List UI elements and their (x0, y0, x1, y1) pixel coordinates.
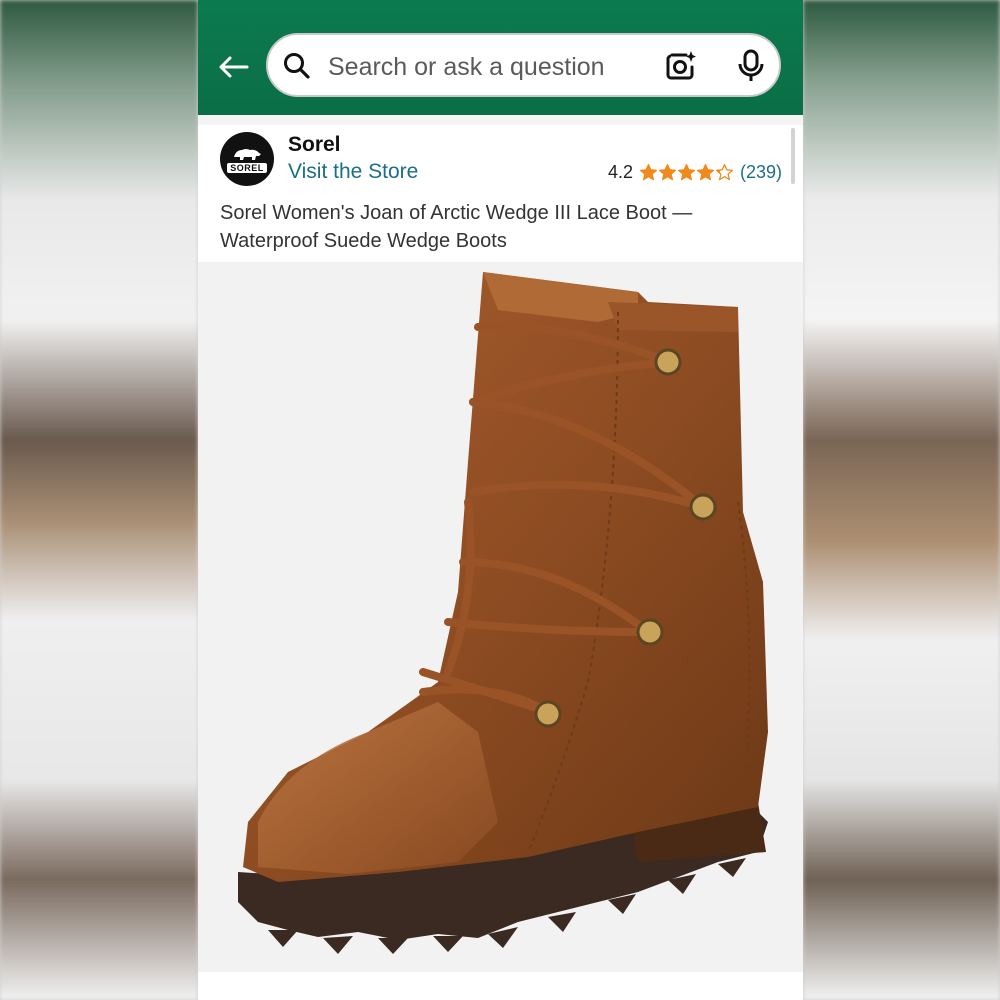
brand-name: Sorel (288, 133, 341, 156)
rating-value: 4.2 (608, 162, 634, 182)
scrollbar[interactable] (791, 128, 795, 184)
search-bar[interactable] (266, 33, 781, 97)
page-bottom (198, 972, 803, 1000)
star-icon (696, 163, 715, 181)
product-title-line-2: Waterproof Suede Wedge Boots (220, 230, 507, 252)
back-arrow-icon[interactable] (216, 51, 250, 83)
rating-stars (639, 163, 734, 182)
boot-photo (238, 272, 768, 954)
star-icon (677, 163, 696, 181)
star-icon (715, 163, 734, 181)
brand-logo-text: SOREL (227, 163, 267, 173)
search-input[interactable] (326, 49, 650, 85)
product-title[interactable]: Sorel Women's Joan of Arctic Wedge III L… (220, 199, 780, 255)
brand-logo[interactable]: SOREL (220, 132, 274, 186)
search-header (198, 0, 803, 115)
rating-summary[interactable]: 4.2 (239) (608, 162, 782, 183)
product-image[interactable] (198, 262, 803, 972)
blurred-backdrop-right (803, 0, 1000, 1000)
search-icon (282, 51, 312, 86)
header-divider (198, 115, 803, 125)
product-title-line-1: Sorel Women's Joan of Arctic Wedge III L… (220, 202, 693, 224)
blurred-backdrop-left (0, 0, 198, 1000)
visit-store-link[interactable]: Visit the Store (288, 160, 418, 184)
microphone-icon[interactable] (736, 49, 766, 88)
star-icon (658, 163, 677, 181)
review-count[interactable]: (239) (740, 162, 782, 183)
camera-lens-icon[interactable] (664, 49, 698, 88)
polar-bear-icon (234, 149, 261, 160)
phone-screen: SOREL Sorel Visit the Store 4.2 (239) So… (198, 0, 803, 1000)
star-icon (639, 163, 658, 181)
